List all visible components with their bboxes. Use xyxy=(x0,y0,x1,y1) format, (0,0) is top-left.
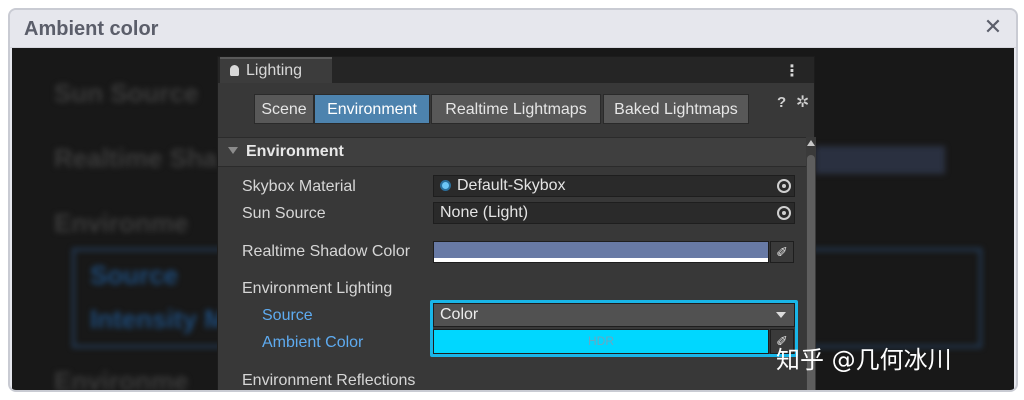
eyedropper-icon[interactable]: ✐ xyxy=(770,241,794,263)
ambient-color-dialog: Ambient color ✕ Sun Source Realtime Sha … xyxy=(8,8,1018,392)
skybox-material-label: Skybox Material xyxy=(242,178,356,195)
ghost-label: Sun Source xyxy=(54,78,199,108)
sun-source-value: None (Light) xyxy=(440,204,529,221)
sun-source-label: Sun Source xyxy=(242,205,326,222)
environment-section-header[interactable]: Environment xyxy=(218,137,808,167)
tab-environment[interactable]: Environment xyxy=(314,94,430,124)
window-titlebar: Lighting ⋮ xyxy=(218,57,814,83)
ambient-color-swatch[interactable]: HDR xyxy=(433,329,769,354)
object-picker-icon[interactable] xyxy=(777,179,791,193)
sun-source-field[interactable]: None (Light) xyxy=(433,202,795,224)
hdr-badge: HDR xyxy=(588,334,614,348)
ghost-label: Realtime Sha xyxy=(54,143,218,173)
dropdown-arrow-icon xyxy=(776,312,786,318)
tab-lighting-label: Lighting xyxy=(246,62,303,79)
skybox-material-field[interactable]: Default-Skybox xyxy=(433,175,795,197)
skybox-material-value: Default-Skybox xyxy=(457,177,566,194)
tab-baked-lightmaps[interactable]: Baked Lightmaps xyxy=(603,94,749,124)
dialog-title: Ambient color xyxy=(24,18,159,40)
source-label: Source xyxy=(262,307,313,324)
tab-scene[interactable]: Scene xyxy=(254,94,314,124)
help-icon[interactable]: ? xyxy=(777,94,786,111)
ghost-label: Source xyxy=(90,260,179,290)
environment-lighting-label: Environment Lighting xyxy=(242,280,393,297)
tab-lighting[interactable]: Lighting xyxy=(220,57,332,83)
object-picker-icon[interactable] xyxy=(777,206,791,220)
gear-icon[interactable]: ✲ xyxy=(796,92,809,112)
lightbulb-icon xyxy=(230,65,239,76)
section-title: Environment xyxy=(246,143,344,160)
scroll-up-arrow-icon[interactable] xyxy=(807,140,815,146)
tab-realtime-lightmaps[interactable]: Realtime Lightmaps xyxy=(431,94,601,124)
ghost-color-bar xyxy=(815,146,945,174)
realtime-shadow-color-swatch[interactable] xyxy=(433,241,769,263)
alpha-strip xyxy=(434,258,768,262)
foldout-triangle-icon xyxy=(228,147,238,154)
environment-reflections-label: Environment Reflections xyxy=(242,372,416,389)
ambient-color-label: Ambient Color xyxy=(262,334,364,351)
ghost-label: Environme xyxy=(54,366,189,392)
material-icon xyxy=(440,180,451,191)
realtime-shadow-color-label: Realtime Shadow Color xyxy=(242,243,411,260)
ghost-label: Environme xyxy=(54,208,189,238)
watermark-text: 知乎 @几何冰川 xyxy=(776,346,952,374)
source-dropdown[interactable]: Color xyxy=(433,303,795,327)
close-icon[interactable]: ✕ xyxy=(980,14,1006,40)
dialog-header: Ambient color ✕ xyxy=(10,10,1016,48)
lighting-window: Lighting ⋮ Scene Environment Realtime Li… xyxy=(217,56,816,390)
more-menu-icon[interactable]: ⋮ xyxy=(784,61,800,81)
source-value: Color xyxy=(440,306,479,323)
ghost-label: Intensity M xyxy=(90,304,226,334)
